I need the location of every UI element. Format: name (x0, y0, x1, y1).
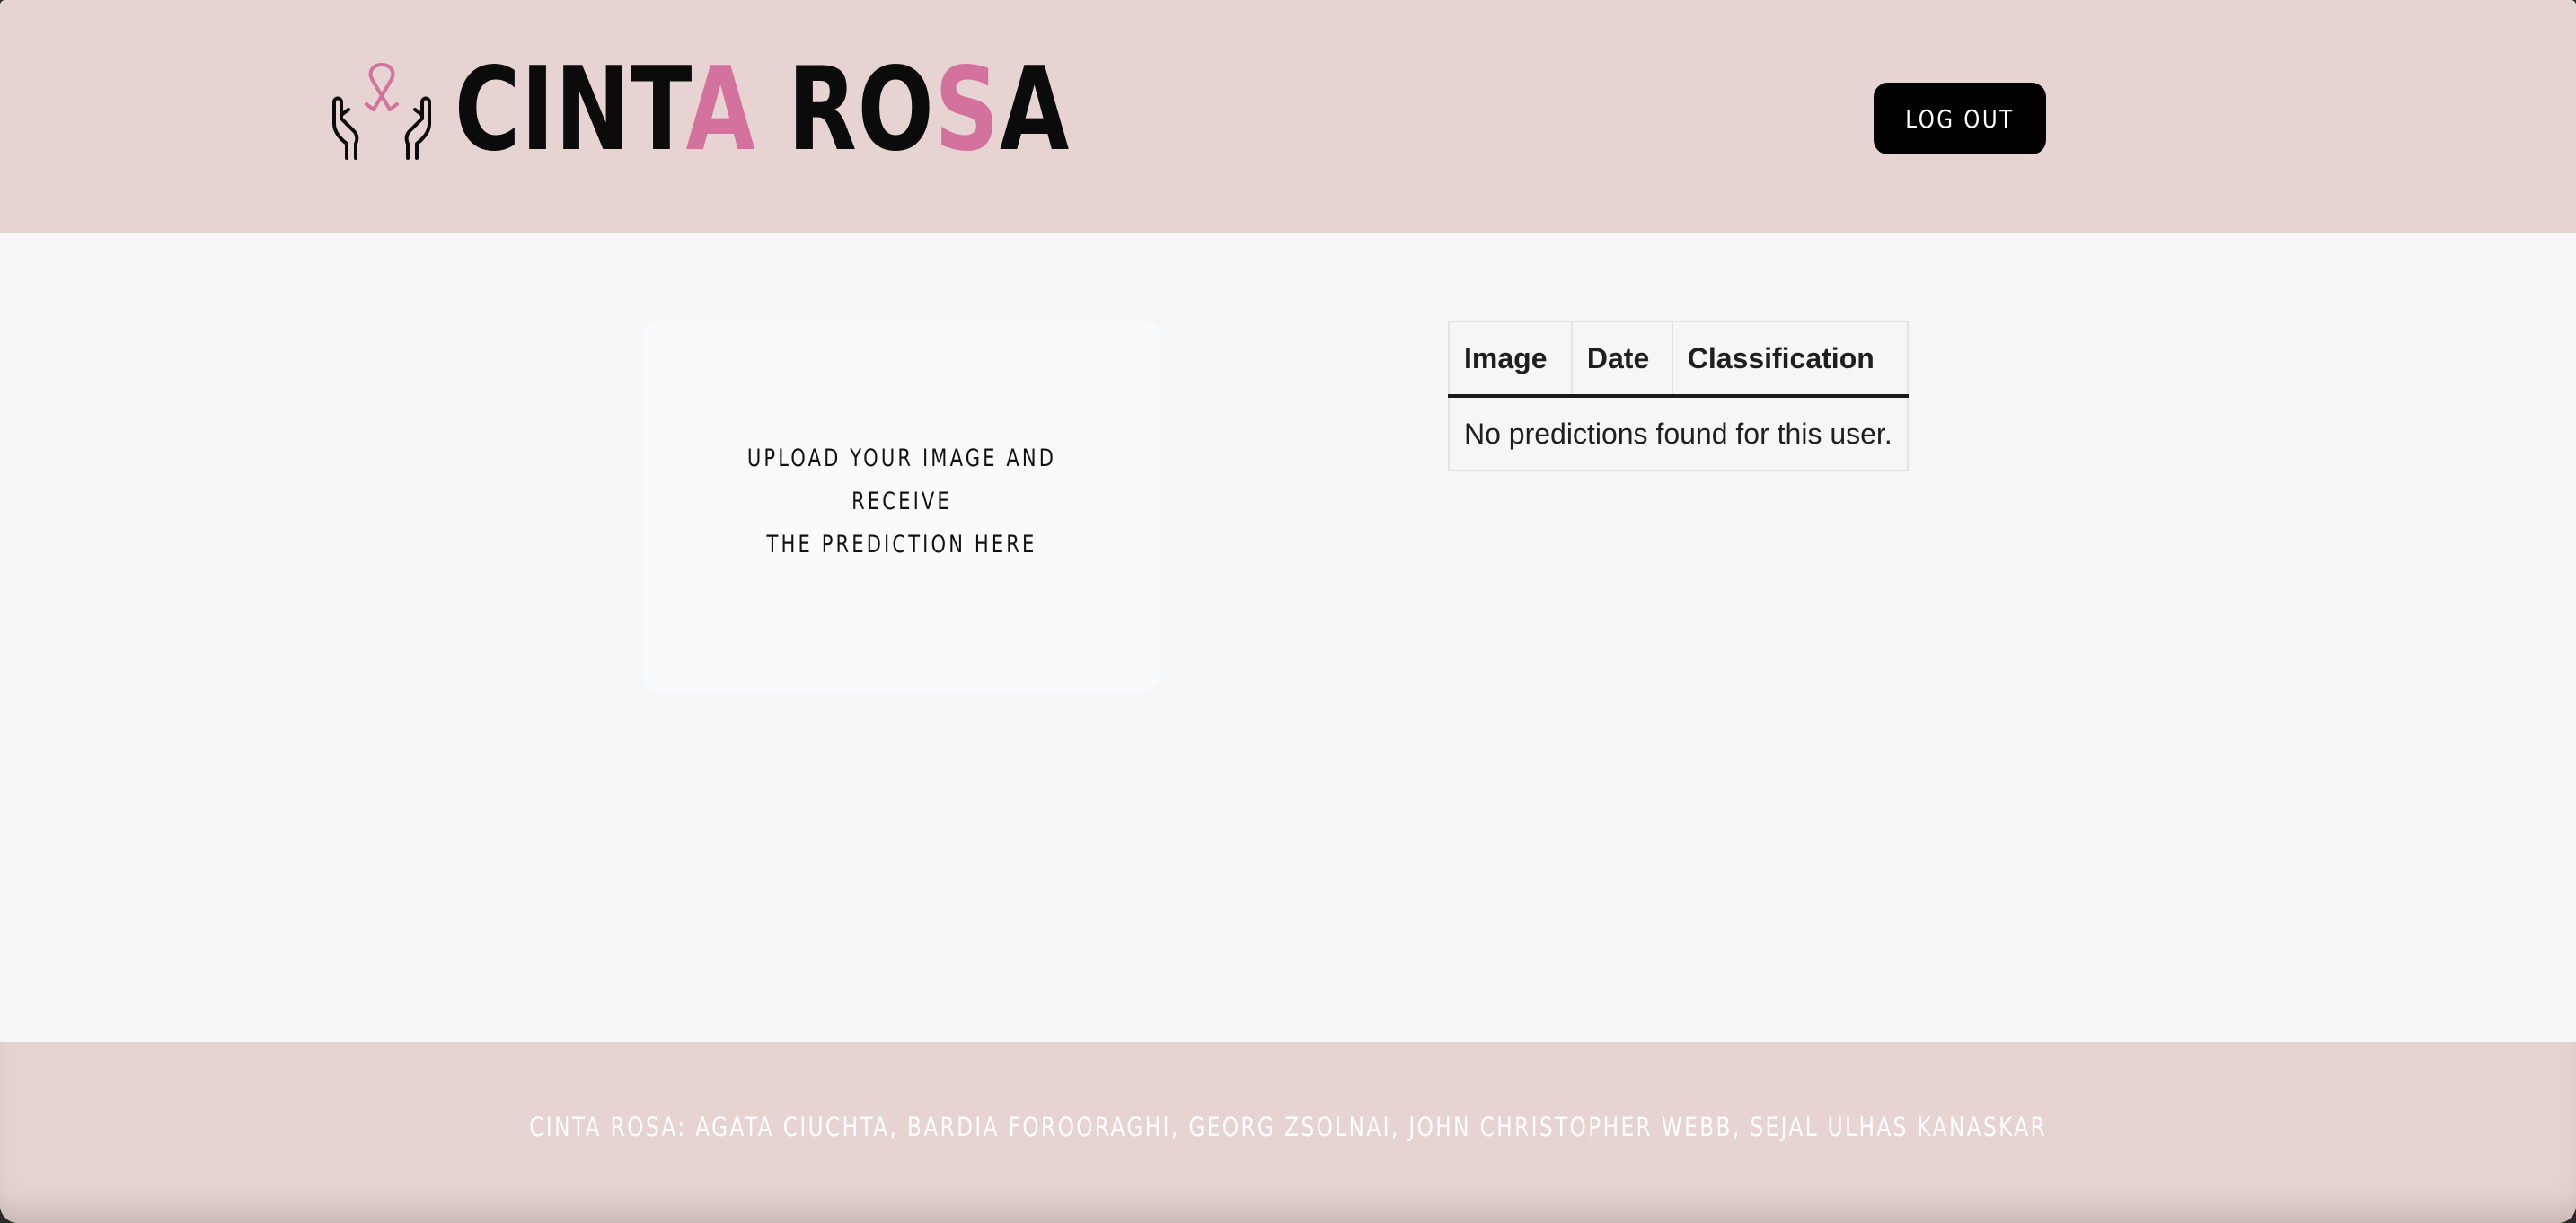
table-row: No predictions found for this user. (1448, 395, 1909, 471)
footer-credits-text: CINTA ROSA: AGATA CIUCHTA, BARDIA FOROOR… (529, 1112, 2047, 1142)
brand-name-part: RO (755, 43, 935, 177)
hands-ribbon-icon (332, 63, 431, 160)
table-header-row: Image Date Classification (1448, 321, 1909, 398)
brand-name-part: CINT (454, 43, 686, 177)
upload-instructions-line: THE PREDICTION HERE (766, 531, 1037, 559)
logout-button-label: LOG OUT (1905, 103, 2015, 134)
brand-name-part: A (1000, 43, 1071, 177)
column-header-date: Date (1570, 321, 1673, 398)
site-header: CINTA ROSA LOG OUT (0, 0, 2576, 233)
column-header-image: Image (1448, 321, 1573, 398)
logout-button[interactable]: LOG OUT (1874, 83, 2046, 154)
app-window: CINTA ROSA LOG OUT UPLOAD YOUR IMAGE AND… (0, 0, 2576, 1223)
upload-instructions-line: UPLOAD YOUR IMAGE AND RECEIVE (746, 444, 1057, 515)
upload-dropzone[interactable]: UPLOAD YOUR IMAGE AND RECEIVE THE PREDIC… (643, 321, 1160, 692)
predictions-table: Image Date Classification No predictions… (1448, 321, 1909, 471)
brand-name-accent: A (685, 43, 756, 177)
column-header-classification: Classification (1671, 321, 1909, 398)
upload-instructions: UPLOAD YOUR IMAGE AND RECEIVE THE PREDIC… (700, 437, 1103, 567)
site-footer: CINTA ROSA: AGATA CIUCHTA, BARDIA FOROOR… (0, 1042, 2576, 1223)
brand-name-accent: S (934, 43, 1001, 177)
brand-logo[interactable]: CINTA ROSA (331, 52, 1243, 169)
brand-name: CINTA ROSA (454, 52, 1070, 169)
empty-state-message: No predictions found for this user. (1448, 395, 1909, 471)
footer-credits: CINTA ROSA: AGATA CIUCHTA, BARDIA FOROOR… (0, 1112, 2576, 1142)
